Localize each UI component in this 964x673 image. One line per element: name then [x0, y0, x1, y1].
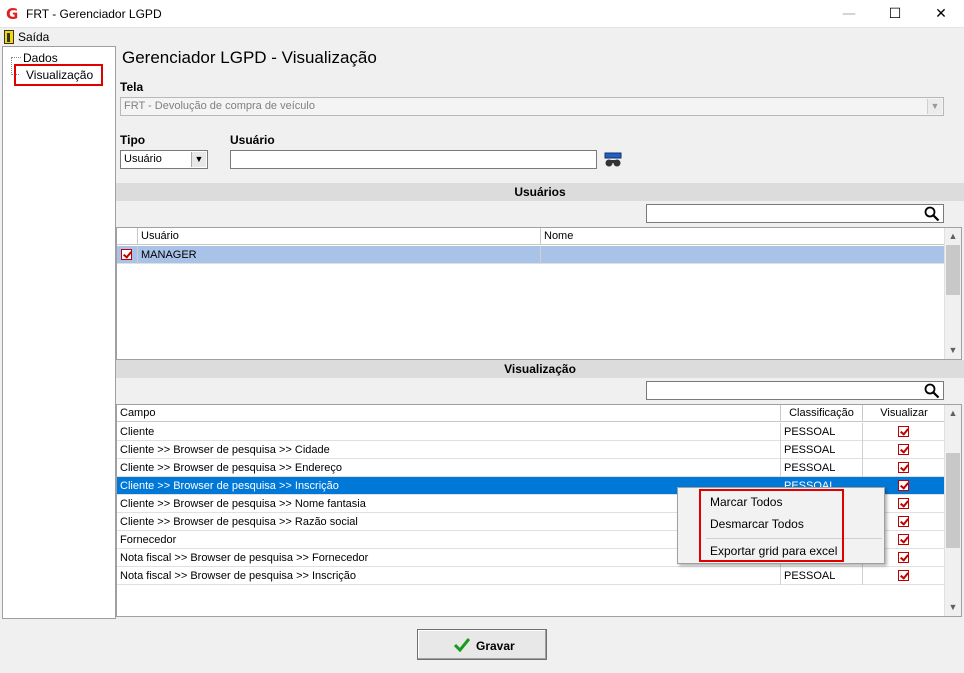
scrollbar-thumb[interactable] [946, 453, 960, 548]
tipo-select[interactable]: Usuário ▼ [120, 150, 208, 169]
column-header-campo[interactable]: Campo [117, 405, 781, 422]
usuarios-section-header: Usuários [116, 183, 964, 201]
cell-classificacao: PESSOAL [781, 423, 863, 441]
chevron-down-icon[interactable]: ▼ [927, 99, 942, 114]
tela-label: Tela [120, 80, 144, 94]
grid-header-indicator [117, 228, 138, 245]
tela-select[interactable]: FRT - Devolução de compra de veículo ▼ [120, 97, 944, 116]
cell-visualizar[interactable] [863, 567, 946, 585]
menu-bar: Saída [0, 28, 964, 46]
table-row[interactable]: MANAGER [117, 246, 946, 264]
cell-visualizar[interactable] [863, 423, 946, 441]
app-logo-icon: G [6, 5, 19, 23]
tree-connector [11, 57, 21, 58]
usuarios-filter-input[interactable] [646, 204, 944, 223]
checkmark-icon [454, 638, 470, 652]
checkbox-checked[interactable] [898, 534, 909, 545]
chevron-down-icon[interactable]: ▼ [191, 152, 206, 167]
cell-classificacao: PESSOAL [781, 567, 863, 585]
row-checkbox-cell[interactable] [117, 246, 138, 264]
usuario-input[interactable] [230, 150, 597, 169]
cell-classificacao: PESSOAL [781, 441, 863, 459]
scroll-up-icon[interactable]: ▲ [945, 405, 961, 422]
checkbox-checked[interactable] [898, 462, 909, 473]
cell-visualizar[interactable] [863, 459, 946, 477]
cell-campo: Cliente [117, 423, 781, 441]
tipo-label: Tipo [120, 133, 146, 147]
checkbox-checked[interactable] [898, 570, 909, 581]
scroll-down-icon[interactable]: ▼ [945, 342, 961, 359]
visualizacao-scrollbar[interactable]: ▲ ▼ [944, 405, 961, 616]
checkbox-checked[interactable] [898, 552, 909, 563]
menu-exit[interactable]: Saída [18, 30, 49, 44]
search-icon[interactable] [924, 206, 940, 222]
table-row[interactable]: Cliente >> Browser de pesquisa >> Endere… [117, 459, 946, 477]
cell-classificacao: PESSOAL [781, 459, 863, 477]
usuarios-scrollbar[interactable]: ▲ ▼ [944, 228, 961, 359]
column-header-usuario[interactable]: Usuário [138, 228, 541, 245]
exit-door-icon[interactable] [4, 30, 14, 44]
close-button[interactable]: ✕ [918, 0, 964, 28]
cell-usuario: MANAGER [138, 246, 541, 264]
minimize-button[interactable]: — [826, 0, 872, 28]
column-header-classificacao[interactable]: Classificação [781, 405, 863, 422]
window-title: FRT - Gerenciador LGPD [26, 7, 162, 21]
save-button[interactable]: Gravar [417, 629, 547, 660]
checkbox-checked[interactable] [121, 249, 132, 260]
column-header-nome[interactable]: Nome [541, 228, 946, 245]
annotation-highlight-box [699, 489, 844, 562]
tipo-select-value: Usuário [124, 153, 162, 165]
binoculars-search-icon[interactable] [604, 152, 622, 168]
usuario-label: Usuário [230, 133, 275, 147]
table-row[interactable]: Cliente >> Browser de pesquisa >> Cidade… [117, 441, 946, 459]
checkbox-checked[interactable] [898, 480, 909, 491]
page-title: Gerenciador LGPD - Visualização [122, 48, 377, 67]
tree-item-dados[interactable]: Dados [23, 51, 58, 65]
tree-connector [11, 57, 12, 75]
search-icon[interactable] [924, 383, 940, 399]
cell-campo: Cliente >> Browser de pesquisa >> Cidade [117, 441, 781, 459]
save-button-label: Gravar [476, 639, 515, 653]
scroll-down-icon[interactable]: ▼ [945, 599, 961, 616]
scrollbar-thumb[interactable] [946, 245, 960, 295]
table-row[interactable]: Cliente PESSOAL [117, 423, 946, 441]
checkbox-checked[interactable] [898, 498, 909, 509]
cell-campo: Nota fiscal >> Browser de pesquisa >> In… [117, 567, 781, 585]
navigation-tree: Dados Visualização [2, 46, 116, 619]
scroll-up-icon[interactable]: ▲ [945, 228, 961, 245]
tela-select-value: FRT - Devolução de compra de veículo [124, 100, 315, 112]
maximize-button[interactable]: ☐ [872, 0, 918, 28]
title-bar: G FRT - Gerenciador LGPD — ☐ ✕ [0, 0, 964, 28]
tree-item-visualizacao[interactable]: Visualização [14, 64, 104, 86]
cell-campo: Cliente >> Browser de pesquisa >> Endere… [117, 459, 781, 477]
cell-nome [541, 246, 946, 264]
visualizacao-section-header: Visualização [116, 360, 964, 378]
column-header-visualizar[interactable]: Visualizar [863, 405, 946, 422]
checkbox-checked[interactable] [898, 516, 909, 527]
checkbox-checked[interactable] [898, 444, 909, 455]
usuarios-grid: Usuário Nome MANAGER ▲ ▼ [116, 227, 962, 360]
cell-visualizar[interactable] [863, 441, 946, 459]
table-row[interactable]: Nota fiscal >> Browser de pesquisa >> In… [117, 567, 946, 585]
checkbox-checked[interactable] [898, 426, 909, 437]
visualizacao-filter-input[interactable] [646, 381, 944, 400]
